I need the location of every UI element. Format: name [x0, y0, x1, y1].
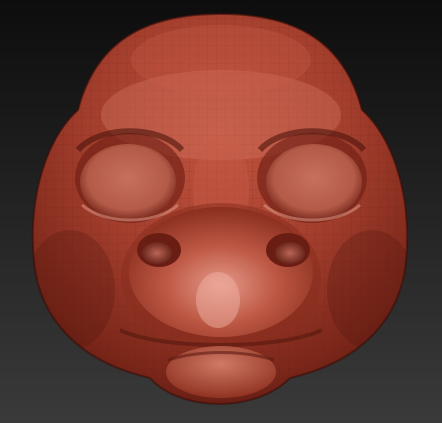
sculpted-head-model[interactable]: [0, 0, 442, 423]
sculpt-viewport[interactable]: [0, 0, 442, 423]
